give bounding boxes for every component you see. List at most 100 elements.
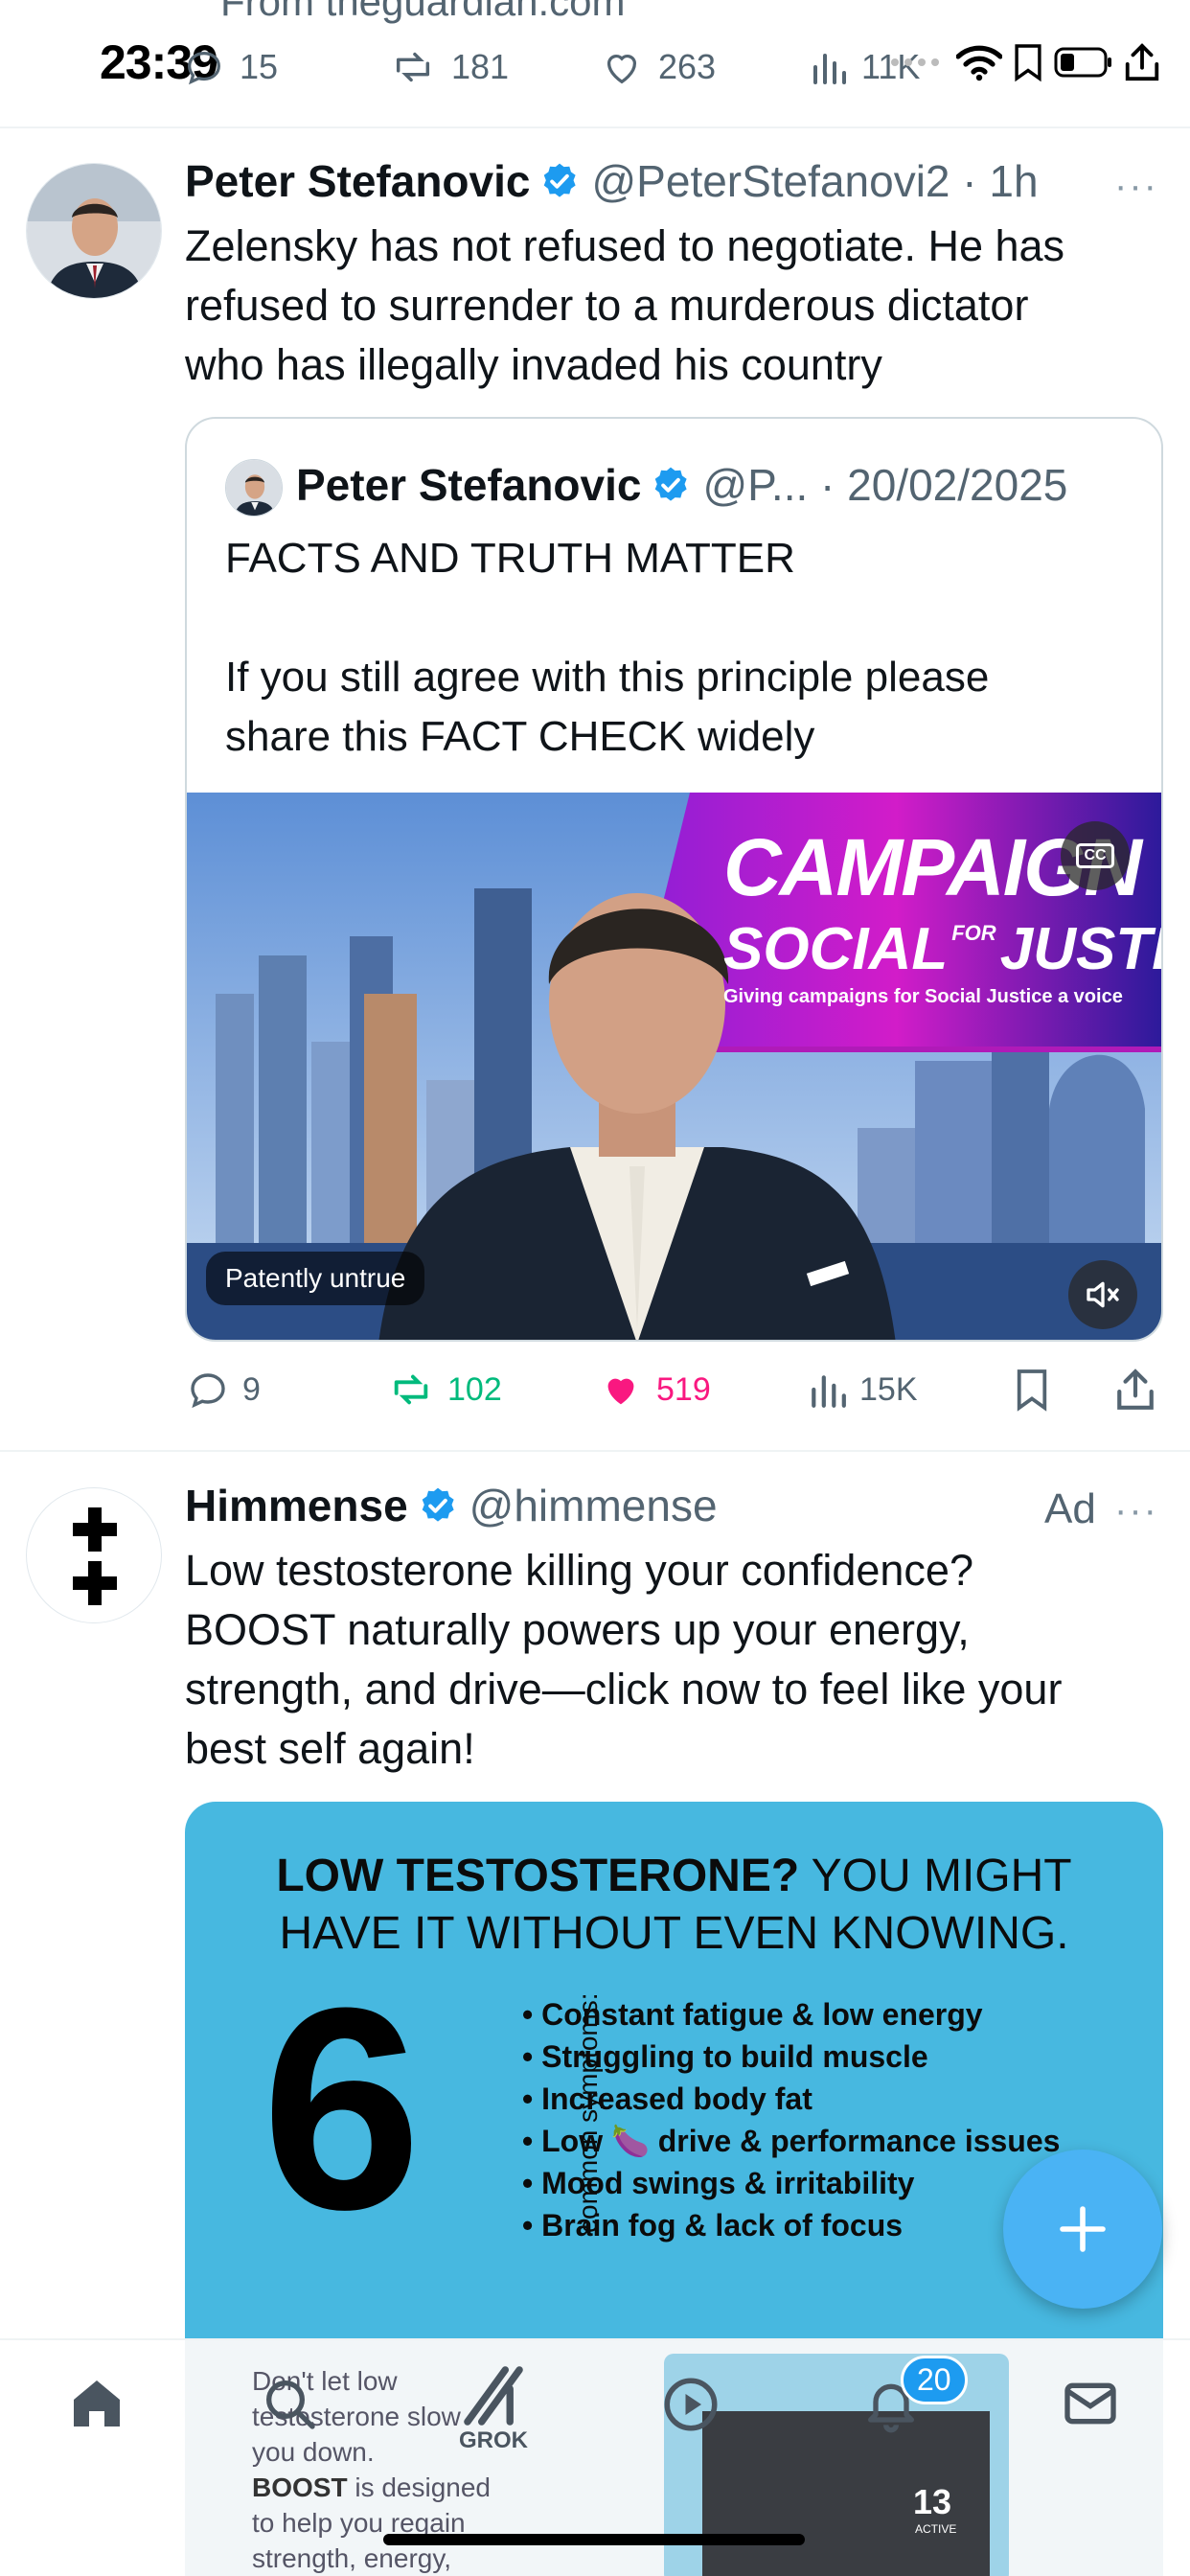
quoted-tweet-text: FACTS AND TRUTH MATTER If you still agre… — [225, 535, 990, 760]
tweet-text: Zelensky has not refused to negotiate. H… — [185, 221, 1065, 389]
views-count: 15K — [859, 1370, 918, 1408]
repost-icon — [396, 52, 430, 82]
share-icon — [1125, 43, 1159, 81]
grok-label: GROK — [459, 2427, 528, 2453]
previous-repost-button[interactable]: 181 — [388, 38, 509, 96]
repost-count: 102 — [447, 1370, 502, 1408]
wifi-icon — [956, 45, 1002, 81]
previous-reply-button[interactable]: 15 — [182, 38, 278, 96]
symptom-item: • Constant fatigue & low energy — [522, 1997, 983, 2032]
advertiser-avatar[interactable] — [26, 1487, 162, 1623]
divider — [0, 1450, 1190, 1452]
like-button[interactable]: 519 — [597, 1361, 711, 1418]
banner-word-social: SOCIAL — [723, 916, 949, 982]
views-icon — [812, 1375, 846, 1408]
ad-headline-part1: YOU MIGHT — [799, 1851, 1072, 1901]
symptom-item: • Brain fog & lack of focus — [522, 2208, 904, 2242]
banner-subtitle: SOCIAL FOR JUSTICE — [723, 915, 1163, 983]
mute-button[interactable] — [1068, 1260, 1137, 1329]
reply-button[interactable]: 9 — [185, 1361, 261, 1418]
pack-label: ACTIVE — [915, 2522, 957, 2536]
mail-icon — [1064, 2382, 1116, 2425]
like-count: 519 — [656, 1370, 711, 1408]
captions-button[interactable]: CC — [1061, 821, 1130, 890]
grok-icon — [464, 2366, 523, 2426]
banner-word-justice: JUSTICE — [999, 916, 1163, 982]
verified-badge-icon — [422, 1487, 454, 1522]
reply-icon — [188, 51, 220, 85]
ad-headline: LOW TESTOSTERONE? YOU MIGHT HAVE IT WITH… — [185, 1848, 1163, 1963]
video-player[interactable]: CAMPAIGN SOCIAL FOR JUSTICE Giving campa… — [187, 793, 1163, 1340]
reply-count: 9 — [242, 1370, 261, 1408]
home-indicator[interactable] — [383, 2534, 805, 2545]
bookmark-outline-icon — [1015, 44, 1041, 82]
ad-big-number: 6 — [262, 1947, 422, 2269]
more-options-icon[interactable]: ··· — [1114, 1489, 1158, 1532]
heart-filled-icon — [607, 1378, 634, 1405]
compose-button[interactable] — [1003, 2150, 1162, 2309]
grok-tab[interactable]: GROK — [458, 2365, 529, 2454]
home-tab[interactable] — [65, 2373, 128, 2439]
more-options-icon[interactable]: ··· — [1114, 165, 1158, 208]
previous-like-button[interactable]: 263 — [599, 38, 716, 96]
status-bar: From theguardian.com 23:39 15 181 263 11… — [0, 0, 1190, 125]
pack-number: 13 — [913, 2482, 952, 2521]
video-caption: Patently untrue — [206, 1252, 425, 1305]
previous-reply-count: 15 — [240, 47, 279, 86]
video-tab[interactable] — [659, 2373, 722, 2441]
avatar-portrait — [27, 164, 161, 298]
symptom-item: • Increased body fat — [522, 2082, 812, 2116]
muted-speaker-icon — [1087, 1281, 1119, 1308]
plus-icon — [1060, 2206, 1106, 2252]
quoted-tweet-card[interactable]: Peter Stefanovic @P... · 20/02/2025 FACT… — [185, 417, 1163, 1342]
quoted-author-name: Peter Stefanovic — [296, 460, 642, 510]
ad-headline-bold: LOW TESTOSTERONE? — [276, 1851, 800, 1901]
author-name[interactable]: Peter Stefanovic — [185, 155, 530, 207]
banner-word-for: FOR — [951, 921, 996, 945]
views-icon — [813, 54, 846, 84]
ad-header: Himmense @himmense — [185, 1480, 718, 1531]
quoted-handle-date: @P... · 20/02/2025 — [702, 460, 1068, 510]
play-icon — [664, 2378, 718, 2431]
messages-tab[interactable] — [1060, 2373, 1121, 2439]
symptom-list: • Constant fatigue & low energy • Strugg… — [522, 1993, 1060, 2246]
symptom-item: • Mood swings & irritability — [522, 2166, 915, 2200]
ad-label: Ad — [1044, 1485, 1096, 1532]
signal-dots-icon — [891, 58, 939, 66]
tweet-header: Peter Stefanovic @PeterStefanovi2 · 1h — [185, 155, 1039, 207]
views-button[interactable]: 15K — [808, 1361, 918, 1418]
previous-repost-count: 181 — [451, 47, 510, 86]
share-icon — [1117, 1368, 1154, 1410]
share-button[interactable] — [1114, 1361, 1168, 1418]
ad-text: Low testosterone killing your confidence… — [185, 1546, 1063, 1773]
search-tab[interactable] — [259, 2373, 320, 2439]
previous-tweet-source: From theguardian.com — [220, 0, 626, 24]
divider — [0, 126, 1190, 128]
search-icon — [266, 2380, 315, 2429]
reply-icon — [191, 1373, 225, 1409]
battery-icon — [1054, 47, 1111, 78]
verified-badge-icon — [655, 467, 688, 501]
previous-like-count: 263 — [658, 47, 717, 86]
tweet-actions: 9 102 519 15K — [185, 1361, 1163, 1418]
repost-button[interactable]: 102 — [386, 1361, 502, 1418]
bookmark-button[interactable] — [1014, 1361, 1062, 1418]
advertiser-logo-icon — [73, 1507, 117, 1605]
notifications-badge: 20 — [901, 2356, 968, 2404]
bookmark-icon — [1017, 1369, 1047, 1412]
author-handle-time: @PeterStefanovi2 · 1h — [591, 156, 1039, 206]
cc-icon: CC — [1076, 843, 1114, 868]
repost-icon — [394, 1374, 428, 1405]
quoted-tweet-header: Peter Stefanovic @P... · 20/02/2025 — [296, 459, 1067, 511]
advertiser-handle: @himmense — [469, 1481, 718, 1530]
avatar-portrait — [226, 460, 282, 516]
symptom-item: • Struggling to build muscle — [522, 2039, 928, 2074]
banner-tagline: Giving campaigns for Social Justice a vo… — [723, 986, 1123, 1007]
advertiser-name[interactable]: Himmense — [185, 1480, 408, 1531]
quoted-author-avatar — [225, 459, 283, 517]
home-icon — [74, 2380, 120, 2426]
system-icons — [889, 42, 1161, 82]
author-avatar[interactable] — [26, 163, 162, 299]
peek-text-bold: BOOST — [252, 2472, 348, 2502]
verified-badge-icon — [544, 163, 577, 197]
